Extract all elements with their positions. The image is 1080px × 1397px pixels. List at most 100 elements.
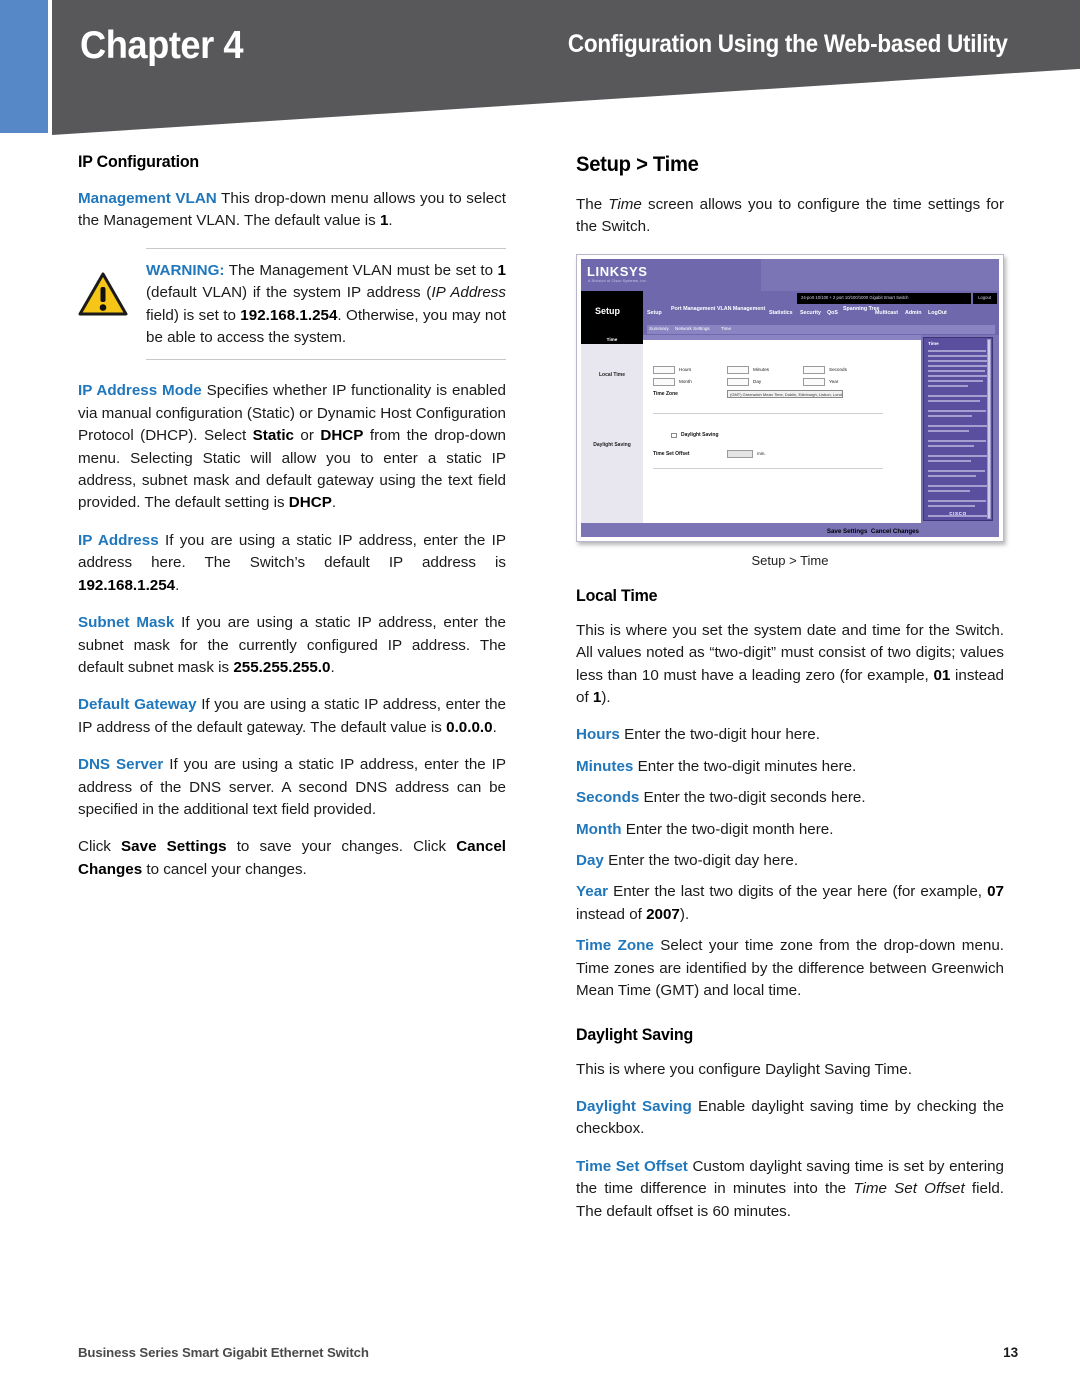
nav-item-port-management[interactable]: Port Management [671, 306, 715, 312]
help-line [928, 439, 986, 442]
save-t1: Click [78, 838, 122, 856]
nav-item-statistics[interactable]: Statistics [769, 310, 793, 316]
minutes-definition: Minutes Enter the two-digit minutes here… [576, 756, 1004, 778]
time-zone-label: Time Zone [653, 390, 678, 397]
help-line [928, 409, 986, 412]
subnav-summary[interactable]: Summary [649, 326, 669, 331]
time-set-offset-input[interactable] [727, 449, 753, 458]
year-label: Year [829, 378, 839, 384]
help-line [928, 429, 969, 432]
minutes-input[interactable] [727, 365, 749, 374]
month-label: Month [679, 378, 692, 384]
page-header: Chapter 4 Configuration Using the Web-ba… [0, 0, 1080, 140]
help-panel-scrollbar[interactable] [987, 338, 991, 519]
warning-b1: 1 [497, 261, 506, 279]
cancel-changes-button[interactable]: Cancel Changes [871, 528, 919, 535]
subnav-network-settings[interactable]: Network Settings [675, 326, 710, 331]
daylight-saving-heading: Daylight Saving [576, 1024, 694, 1044]
help-line [928, 379, 983, 382]
screenshot-nav-row: Setup Port Management VLAN Management St… [647, 305, 995, 321]
default-gateway-paragraph: Default Gateway If you are using a stati… [78, 694, 506, 739]
linksys-wordmark: LINKSYS [587, 263, 648, 279]
help-line [928, 499, 986, 502]
warning-b2: 192.168.1.254 [240, 306, 338, 324]
subnav-time[interactable]: Time [721, 326, 731, 331]
daylight-saving-checkbox[interactable] [671, 432, 677, 439]
iam-b1: Static [252, 427, 294, 445]
warning-callout: WARNING: The Management VLAN must be set… [78, 247, 506, 361]
day-input[interactable] [727, 377, 749, 386]
time-set-offset-definition: Time Set Offset Custom daylight saving t… [576, 1156, 1004, 1223]
management-vlan-paragraph: Management VLAN This drop-down menu allo… [78, 188, 506, 233]
ip-address-mode-paragraph: IP Address Mode Specifies whether IP fun… [78, 380, 506, 514]
term-day: Day [576, 852, 604, 870]
help-line [928, 520, 982, 521]
save-settings-label: Save Settings [121, 838, 227, 856]
day-label: Day [753, 378, 762, 384]
logout-link[interactable]: Logout [978, 295, 991, 300]
nav-item-qos[interactable]: QoS [827, 310, 838, 316]
nav-item-security[interactable]: Security [800, 310, 821, 316]
side-menu-header: Time [581, 334, 643, 344]
daylight-saving-definition: Daylight Saving Enable daylight saving t… [576, 1096, 1004, 1141]
iam-b3: DHCP [288, 494, 332, 512]
dns-server-paragraph: DNS Server If you are using a static IP … [78, 754, 506, 821]
setup-time-intro: The Time screen allows you to configure … [576, 194, 1004, 239]
time-zone-definition: Time Zone Select your time zone from the… [576, 935, 1004, 1002]
yr-b2: 2007 [646, 905, 680, 923]
cisco-logo: CISCO [949, 510, 967, 516]
time-set-offset-label: Time Set Offset [653, 450, 690, 457]
page-footer: Business Series Smart Gigabit Ethernet S… [78, 1345, 1018, 1360]
seconds-input[interactable] [803, 365, 825, 374]
side-menu-item-daylight-saving[interactable]: Daylight Saving [581, 442, 643, 448]
term-default-gateway: Default Gateway [78, 696, 197, 714]
dg-b1: 0.0.0.0 [446, 718, 493, 736]
time-zone-select[interactable]: (GMT) Greenwich Mean Time, Dublin, Edinb… [727, 389, 843, 398]
help-line [928, 459, 971, 462]
divider-2 [653, 467, 883, 469]
help-line [928, 489, 970, 492]
help-line [928, 454, 987, 457]
nav-item-multicast[interactable]: Multicast [875, 310, 898, 316]
hours-input[interactable] [653, 365, 675, 374]
help-line [928, 414, 972, 417]
term-time-zone: Time Zone [576, 937, 654, 955]
warning-t1: The Management VLAN must be set to [224, 261, 498, 279]
device-model-text: 24-port 10/100 + 2 port 10/100/1000 Giga… [801, 294, 909, 300]
term-year: Year [576, 883, 609, 901]
help-line [928, 484, 988, 487]
lt-b1: 01 [933, 666, 951, 684]
ip-address-paragraph: IP Address If you are using a static IP … [78, 530, 506, 597]
help-line [928, 399, 980, 402]
rt-t1: The [576, 196, 609, 213]
term-time-set-offset: Time Set Offset [576, 1157, 688, 1175]
iam-t4: . [331, 494, 337, 512]
setup-time-screenshot: LINKSYS A Division of Cisco Systems, Inc… [576, 253, 1004, 542]
local-time-intro: This is where you set the system date an… [576, 620, 1004, 710]
tso-i1: Time Set Offset [853, 1180, 965, 1198]
warning-label: WARNING: [146, 261, 225, 279]
side-menu-item-local-time[interactable]: Local Time [581, 372, 643, 378]
term-hours: Hours [576, 726, 620, 744]
nav-item-admin[interactable]: Admin [905, 310, 921, 316]
yr-t3: ). [679, 905, 690, 923]
nav-item-setup[interactable]: Setup [647, 310, 662, 316]
nav-item-logout[interactable]: LogOut [928, 310, 947, 316]
help-line [928, 424, 988, 427]
hours-definition: Hours Enter the two-digit hour here. [576, 724, 1004, 746]
mgmt-vlan-text-2: . [388, 212, 393, 230]
year-input[interactable] [803, 377, 825, 386]
month-definition: Month Enter the two-digit month here. [576, 819, 1004, 841]
yr-t1: Enter the last two digits of the year he… [608, 883, 988, 901]
help-line [928, 504, 975, 507]
yr-b1: 07 [987, 883, 1004, 901]
save-settings-button[interactable]: Save Settings [827, 528, 868, 535]
term-subnet-mask: Subnet Mask [78, 614, 175, 632]
month-input[interactable] [653, 377, 675, 386]
term-ip-address-mode: IP Address Mode [78, 382, 202, 400]
minutes-desc: Enter the two-digit minutes here. [633, 757, 857, 775]
help-line [928, 369, 985, 372]
nav-item-vlan-management[interactable]: VLAN Management [717, 306, 765, 312]
warning-t3: field) is set to [146, 306, 241, 324]
chapter-title: Chapter 4 [80, 24, 244, 67]
